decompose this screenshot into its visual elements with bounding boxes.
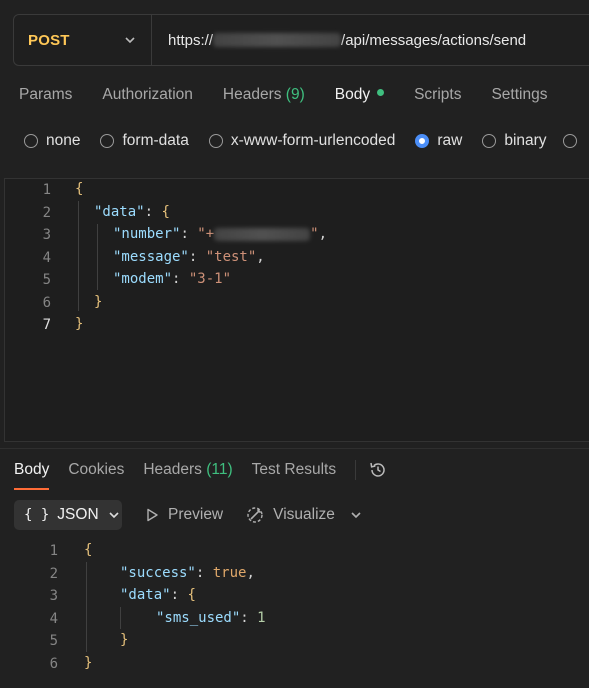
more-options-button[interactable] [349,508,371,522]
line-number: 6 [42,295,51,311]
radio-circle[interactable] [100,134,115,148]
preview-button[interactable]: Preview [144,506,223,524]
redacted-host [213,33,342,47]
line-number: 2 [42,205,51,221]
response-tab-headers[interactable]: Headers (11) [143,461,232,479]
tab-headers[interactable]: Headers (9) [223,86,305,104]
json-key: "sms_used" [156,610,241,626]
response-tabs: Body Cookies Headers (11) Test Results [14,460,388,490]
indent-guide [120,607,121,629]
line-number: 5 [49,633,58,649]
chevron-down-icon [109,512,119,519]
visualize-button[interactable]: Visualize [245,505,335,525]
response-tab-body[interactable]: Body [14,461,50,490]
request-tabs: Params Authorization Headers (9) Body Sc… [19,86,577,104]
json-key: "modem" [113,271,173,287]
radio-binary[interactable]: binary [482,132,547,150]
line-number: 3 [42,227,51,243]
format-dropdown[interactable]: { } JSON [14,500,122,530]
method-dropdown[interactable]: POST [14,15,152,65]
line-number: 4 [49,611,58,627]
line-number: 6 [49,656,58,672]
json-string: "test" [205,249,257,265]
tab-settings[interactable]: Settings [491,86,547,104]
body-modified-dot [377,89,385,97]
line-number: 4 [42,250,51,266]
json-key: "message" [113,249,189,265]
headers-count: (9) [285,86,305,103]
json-braces-icon: { } [24,507,50,523]
tab-authorization[interactable]: Authorization [102,86,192,104]
json-boolean: true [212,565,247,581]
response-toolbar: { } JSON Preview Visualize [14,500,371,530]
radio-circle[interactable] [24,134,38,148]
indent-guide [78,201,79,311]
divider [355,460,357,480]
method-label: POST [28,31,70,49]
radio-raw[interactable]: raw [415,132,462,150]
format-label: JSON [57,506,99,523]
radio-circle[interactable] [482,134,497,148]
radio-x-www-form-urlencoded[interactable]: x-www-form-urlencoded [208,132,395,150]
request-body-editor[interactable]: 1 2 3 4 5 6 7 { "data": { "number": "+ ",… [4,178,589,442]
line-number: 5 [42,272,51,288]
url-bar: POST https:// /api/messages/actions/send [13,14,589,66]
redacted-phone-number [214,227,311,241]
response-headers-count: (11) [206,461,233,478]
radio-circle-overflow[interactable] [562,134,577,148]
visualize-icon [247,507,263,523]
line-number: 1 [49,543,58,559]
line-number: 1 [42,182,51,198]
response-body-viewer[interactable]: 1 2 3 4 5 6 { "success": true, "data": {… [0,540,589,688]
radio-circle[interactable] [208,134,223,148]
url-path: /api/messages/actions/send [341,31,527,49]
tab-params[interactable]: Params [19,86,72,104]
chevron-down-icon [125,37,135,44]
indent-guide [97,224,98,290]
indent-guide [86,562,87,652]
radio-form-data[interactable]: form-data [100,132,189,150]
line-number-active: 7 [42,317,51,333]
json-key: "data" [94,204,145,220]
url-input[interactable]: https:// /api/messages/actions/send [152,32,526,49]
radio-none[interactable]: none [24,132,80,150]
json-key: "number" [113,226,181,242]
response-tab-test-results[interactable]: Test Results [252,461,336,479]
json-number: 1 [257,610,266,626]
line-number: 2 [49,566,58,582]
tab-body[interactable]: Body [335,86,385,104]
response-tab-cookies[interactable]: Cookies [68,461,124,479]
json-key: "success" [120,565,196,581]
json-string: "3-1" [188,271,232,287]
play-icon [147,508,158,522]
chevron-down-icon [351,512,361,519]
url-prefix: https:// [168,31,214,49]
radio-circle-selected[interactable] [415,134,430,148]
history-icon[interactable] [368,460,388,480]
tab-scripts[interactable]: Scripts [414,86,461,104]
json-key: "data" [120,587,171,603]
body-type-radio-group: none form-data x-www-form-urlencoded raw… [24,132,585,150]
panel-divider[interactable] [0,448,589,449]
line-number: 3 [49,588,58,604]
